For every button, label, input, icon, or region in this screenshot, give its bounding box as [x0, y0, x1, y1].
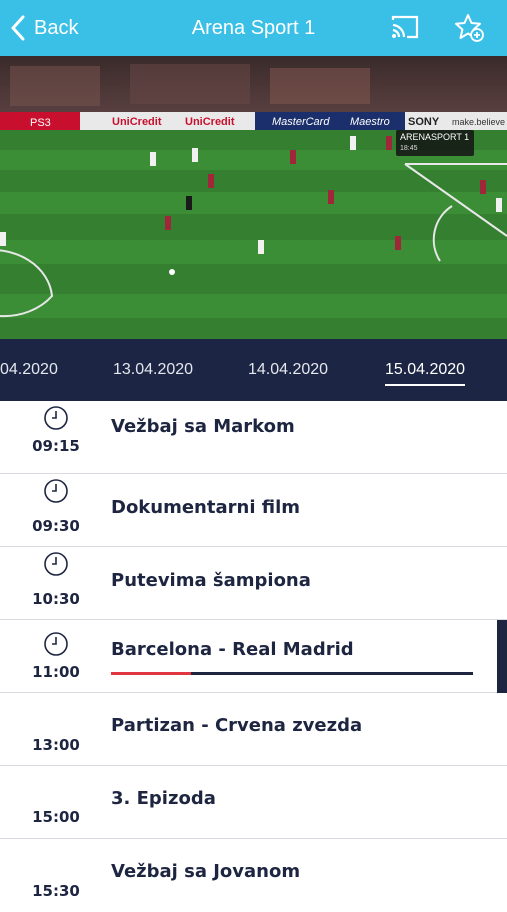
star-add-icon[interactable]	[454, 12, 486, 44]
program-time: 09:30	[32, 517, 80, 535]
clock-icon	[44, 552, 68, 576]
program-time: 09:15	[32, 437, 80, 455]
date-tab[interactable]: 14.04.2020	[248, 339, 328, 401]
schedule-row[interactable]: 15:00 3. Epizoda	[0, 766, 507, 839]
schedule-row[interactable]: 09:30 Dokumentarni film	[0, 474, 507, 547]
program-title: Dokumentarni film	[111, 497, 301, 518]
program-title: Vežbaj sa Markom	[111, 416, 295, 437]
program-time: 10:30	[32, 590, 80, 608]
program-progress-fill	[111, 672, 191, 675]
ad-board-text: Maestro	[350, 116, 390, 128]
program-title: Partizan - Crvena zvezda	[111, 715, 363, 736]
clock-icon	[44, 632, 68, 656]
channel-logo-time: 18:45	[400, 145, 418, 152]
video-frame: PS3 UniCredit UniCredit MasterCard Maest…	[0, 56, 507, 339]
ad-board-text: UniCredit	[185, 116, 235, 128]
live-indicator	[497, 620, 507, 693]
schedule-row[interactable]: 13:00 Partizan - Crvena zvezda	[0, 693, 507, 766]
cast-icon[interactable]	[390, 14, 420, 40]
schedule-row-live[interactable]: 11:00 Barcelona - Real Madrid	[0, 620, 507, 693]
clock-icon	[44, 406, 68, 430]
channel-logo: ARENASPORT 1 18:45	[396, 130, 474, 156]
program-time: 13:00	[32, 736, 80, 754]
ad-board-text: SONY	[408, 116, 440, 128]
date-tab-selected[interactable]: 15.04.2020	[385, 339, 466, 401]
schedule-list: 09:15 Vežbaj sa Markom 09:30 Dokumentarn…	[0, 401, 507, 912]
channel-logo-text: ARENASPORT 1	[400, 132, 470, 142]
video-player[interactable]: PS3 UniCredit UniCredit MasterCard Maest…	[0, 56, 507, 339]
back-label: Back	[34, 16, 79, 39]
program-time: 15:00	[32, 808, 80, 826]
schedule-row[interactable]: 15:30 Vežbaj sa Jovanom	[0, 839, 507, 912]
ad-board-text: UniCredit	[112, 116, 162, 128]
date-tab[interactable]: 13.04.2020	[113, 339, 193, 401]
schedule-row[interactable]: 09:15 Vežbaj sa Markom	[0, 401, 507, 474]
ad-board-text: make.believe	[452, 117, 505, 127]
back-button[interactable]: Back	[10, 0, 78, 56]
clock-icon	[44, 479, 68, 503]
date-selector: 04.2020 13.04.2020 14.04.2020 15.04.2020	[0, 339, 507, 401]
program-title: Barcelona - Real Madrid	[111, 639, 354, 660]
program-progress-bar	[111, 672, 473, 675]
app-header: Back Arena Sport 1	[0, 0, 507, 56]
date-tab[interactable]: 04.2020	[0, 339, 58, 401]
schedule-row[interactable]: 10:30 Putevima šampiona	[0, 547, 507, 620]
program-title: Putevima šampiona	[111, 570, 311, 591]
program-title: Vežbaj sa Jovanom	[111, 861, 301, 882]
program-time: 11:00	[32, 663, 80, 681]
program-time: 15:30	[32, 882, 80, 900]
ad-board-text: PS3	[30, 117, 51, 129]
program-title: 3. Epizoda	[111, 788, 216, 809]
ad-board-text: MasterCard	[272, 116, 330, 128]
chevron-left-icon	[11, 15, 25, 41]
